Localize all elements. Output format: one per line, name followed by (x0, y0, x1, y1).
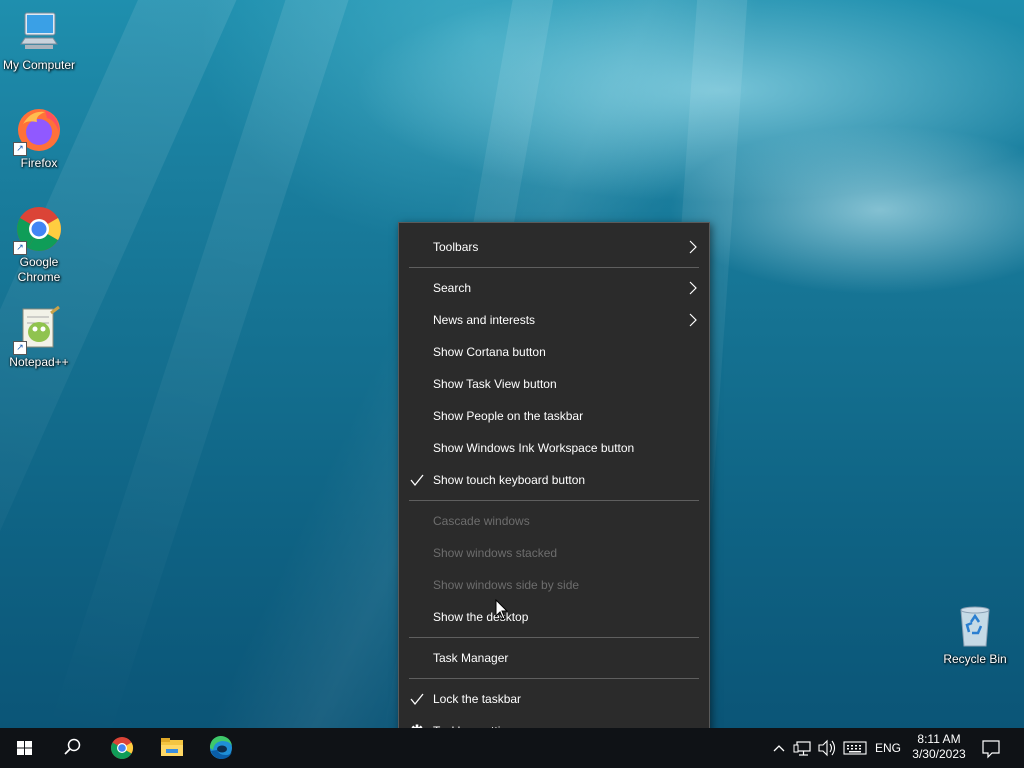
start-icon (17, 741, 32, 755)
action-center-button[interactable] (978, 728, 1004, 768)
menu-item-label: Toolbars (433, 240, 479, 254)
recycle-bin-icon (951, 602, 999, 650)
clock-time: 8:11 AM (917, 732, 961, 746)
menu-separator (409, 637, 699, 638)
menu-item-toolbars[interactable]: Toolbars (399, 231, 709, 263)
notepadpp-icon: ↗ (13, 305, 63, 355)
desktop-icon-firefox[interactable]: ↗ Firefox (0, 106, 78, 171)
taskbar-edge-button[interactable] (197, 728, 245, 768)
checkmark-icon (409, 464, 425, 496)
checkmark-icon (409, 683, 425, 715)
chevron-right-icon (687, 272, 699, 304)
search-button[interactable] (48, 728, 96, 768)
notification-icon (982, 740, 1000, 759)
volume-icon (818, 739, 836, 757)
menu-item-label: Show touch keyboard button (433, 473, 586, 487)
menu-item-show-the-desktop[interactable]: Show the desktop (399, 601, 709, 633)
menu-item-search[interactable]: Search (399, 272, 709, 304)
volume-button[interactable] (816, 728, 838, 768)
menu-item-label: Show Task View button (433, 377, 557, 391)
mouse-cursor-icon (495, 598, 509, 626)
show-hidden-icons-button[interactable] (770, 728, 788, 768)
input-language-button[interactable]: ENG (872, 728, 904, 768)
menu-item-cascade-windows: Cascade windows (399, 505, 709, 537)
desktop-icon-label: Google Chrome (17, 255, 61, 284)
menu-item-show-windows-side-by-side: Show windows side by side (399, 569, 709, 601)
shortcut-arrow-icon: ↗ (13, 341, 27, 355)
menu-item-label: Lock the taskbar (433, 692, 522, 706)
taskbar-chrome-button[interactable] (98, 728, 146, 768)
network-button[interactable] (792, 728, 814, 768)
edge-icon (209, 735, 232, 759)
menu-item-label: Show People on the taskbar (433, 409, 584, 423)
menu-item-show-touch-keyboard[interactable]: Show touch keyboard button (399, 464, 709, 496)
touch-keyboard-button[interactable] (842, 728, 868, 768)
menu-item-show-cortana-button[interactable]: Show Cortana button (399, 336, 709, 368)
shortcut-arrow-icon: ↗ (13, 241, 27, 255)
desktop-icon-label: My Computer (2, 58, 76, 72)
desktop-icon-google-chrome[interactable]: ↗ Google Chrome (0, 205, 78, 285)
search-icon (64, 738, 81, 755)
clock-button[interactable]: 8:11 AM 3/30/2023 (906, 728, 972, 768)
clock-date: 3/30/2023 (912, 747, 966, 761)
desktop-icon-recycle-bin[interactable]: Recycle Bin (936, 602, 1014, 667)
firefox-icon: ↗ (13, 106, 63, 156)
menu-item-show-task-view-button[interactable]: Show Task View button (399, 368, 709, 400)
menu-item-label: Show windows side by side (433, 578, 580, 592)
chevron-right-icon (687, 304, 699, 336)
menu-item-label: Show windows stacked (433, 546, 558, 560)
desktop-icon-label: Firefox (20, 156, 58, 170)
menu-item-label: Show Windows Ink Workspace button (433, 441, 635, 455)
desktop-icon-label: Recycle Bin (943, 652, 1007, 666)
taskbar-context-menu: Toolbars Search News and interests Show … (398, 222, 710, 755)
start-button[interactable] (0, 728, 48, 768)
menu-item-label: Cascade windows (433, 514, 530, 528)
menu-item-task-manager[interactable]: Task Manager (399, 642, 709, 674)
menu-separator (409, 267, 699, 268)
menu-item-label: Show the desktop (433, 610, 529, 624)
language-indicator: ENG (874, 741, 901, 755)
file-explorer-icon (161, 738, 183, 756)
chevron-up-icon (773, 745, 785, 752)
menu-separator (409, 678, 699, 679)
menu-item-show-people[interactable]: Show People on the taskbar (399, 400, 709, 432)
menu-item-label: Task Manager (433, 651, 509, 665)
desktop-icon-notepadpp[interactable]: ↗ Notepad++ (0, 305, 78, 370)
menu-item-label: Show Cortana button (433, 345, 546, 359)
chevron-right-icon (687, 231, 699, 263)
taskbar[interactable]: ENG 8:11 AM 3/30/2023 (0, 728, 1024, 768)
chrome-icon: ↗ (13, 205, 63, 255)
network-icon (793, 741, 811, 756)
menu-item-label: Search (433, 281, 472, 295)
taskbar-file-explorer-button[interactable] (148, 728, 196, 768)
desktop-icon-label: Notepad++ (9, 355, 69, 369)
menu-item-show-windows-stacked: Show windows stacked (399, 537, 709, 569)
computer-icon (15, 8, 63, 56)
menu-item-show-ink-workspace[interactable]: Show Windows Ink Workspace button (399, 432, 709, 464)
chrome-icon (111, 737, 133, 759)
keyboard-icon (843, 741, 867, 755)
shortcut-arrow-icon: ↗ (13, 142, 27, 156)
menu-item-lock-the-taskbar[interactable]: Lock the taskbar (399, 683, 709, 715)
menu-separator (409, 500, 699, 501)
desktop-icon-my-computer[interactable]: My Computer (0, 8, 78, 73)
menu-item-label: News and interests (433, 313, 536, 327)
menu-item-news-and-interests[interactable]: News and interests (399, 304, 709, 336)
